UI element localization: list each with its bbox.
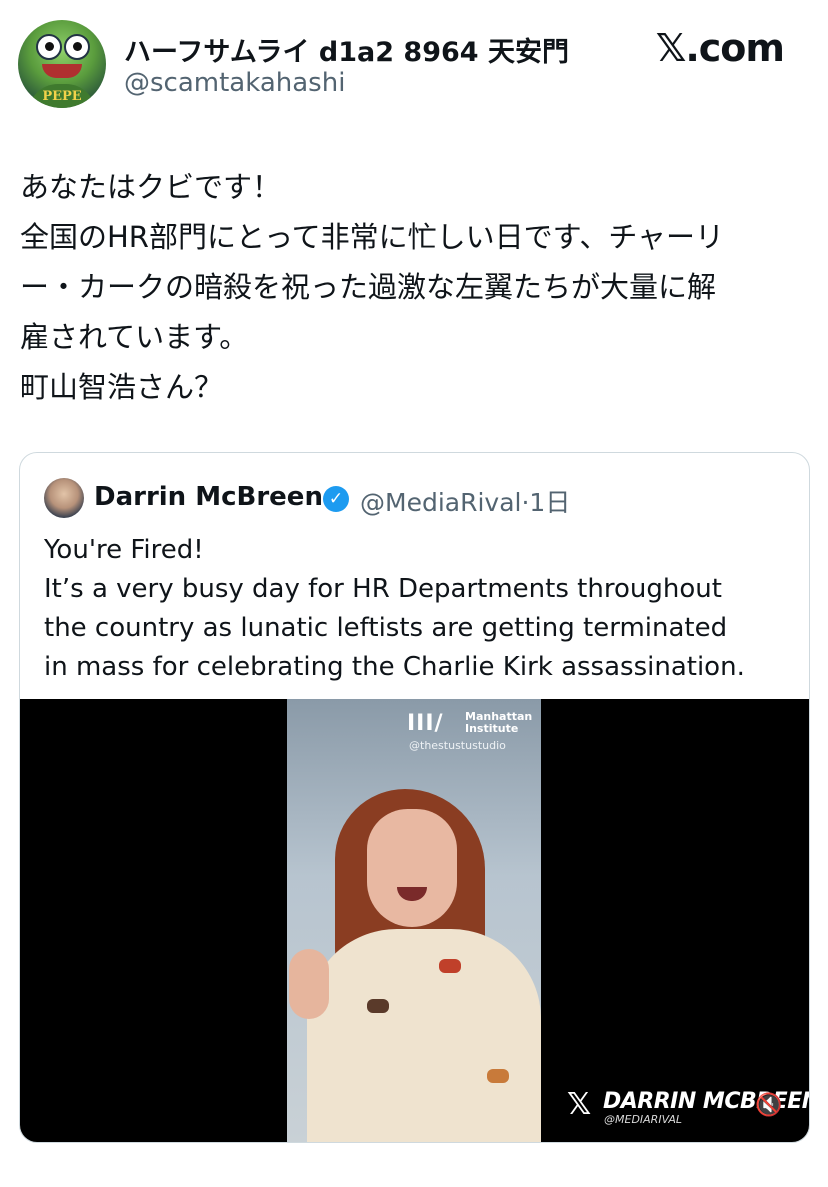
tweet-line: ー・カークの暗殺を祝った過激な左翼たちが大量に解 [20, 270, 717, 304]
video-source-handle: @thestustustudio [409, 739, 506, 752]
manhattan-institute-logo: III/ [407, 711, 444, 736]
video-subject-face [367, 809, 457, 927]
tweet-text: あなたはクビです！ 全国のHR部門にとって非常に忙しい日です、チャーリ ー・カー… [20, 162, 810, 412]
quote-line: You're Fired! [44, 535, 204, 565]
quote-line: It’s a very busy day for HR Departments … [44, 574, 722, 604]
quote-author-name[interactable]: Darrin McBreen [94, 482, 323, 512]
sweater-pattern [439, 959, 461, 973]
video-subject-hand [289, 949, 329, 1019]
author-avatar[interactable]: PEPE [18, 20, 106, 108]
tweet-line: 町山智浩さん？ [20, 370, 224, 404]
x-logo: 𝕏.com [655, 26, 785, 70]
video-frame: III/ Manhattan Institute @thestustustudio [287, 699, 541, 1142]
avatar-shirt-text: PEPE [28, 84, 96, 108]
video-subject-sweater [307, 929, 541, 1142]
quote-timestamp[interactable]: 1日 [529, 488, 570, 517]
x-mark-icon: 𝕏 [567, 1087, 592, 1122]
quote-line: in mass for celebrating the Charlie Kirk… [44, 652, 745, 682]
avatar-eye-right [64, 34, 90, 60]
author-display-name[interactable]: ハーフサムライ d1a2 8964 天安門 [124, 30, 569, 69]
avatar-mouth [42, 64, 82, 78]
quote-author-handle[interactable]: @MediaRival [360, 488, 521, 517]
quoted-tweet-card[interactable]: Darrin McBreen ✓ @MediaRival·1日 You're F… [19, 452, 810, 1143]
org-line-2: Institute [465, 722, 519, 735]
watermark-handle: @MEDIARIVAL [604, 1113, 682, 1126]
quote-text: You're Fired! It’s a very busy day for H… [44, 531, 804, 687]
quote-author-avatar[interactable] [44, 478, 84, 518]
tweet-line: あなたはクビです！ [20, 170, 282, 204]
quote-line: the country as lunatic leftists are gett… [44, 613, 728, 643]
verified-badge-icon: ✓ [323, 486, 349, 512]
quote-meta: @MediaRival·1日 [360, 483, 570, 519]
avatar-eye-left [36, 34, 62, 60]
video-player[interactable]: III/ Manhattan Institute @thestustustudio… [20, 699, 809, 1142]
manhattan-institute-wordmark: Manhattan Institute [465, 711, 532, 735]
video-subject-mouth [397, 887, 427, 901]
tweet-line: 全国のHR部門にとって非常に忙しい日です、チャーリ [20, 220, 725, 254]
sweater-pattern [487, 1069, 509, 1083]
author-handle[interactable]: @scamtakahashi [124, 68, 345, 98]
tweet-line: 雇されています。 [20, 320, 249, 354]
speaker-muted-icon[interactable]: 🔇 [755, 1094, 782, 1118]
sweater-pattern [367, 999, 389, 1013]
